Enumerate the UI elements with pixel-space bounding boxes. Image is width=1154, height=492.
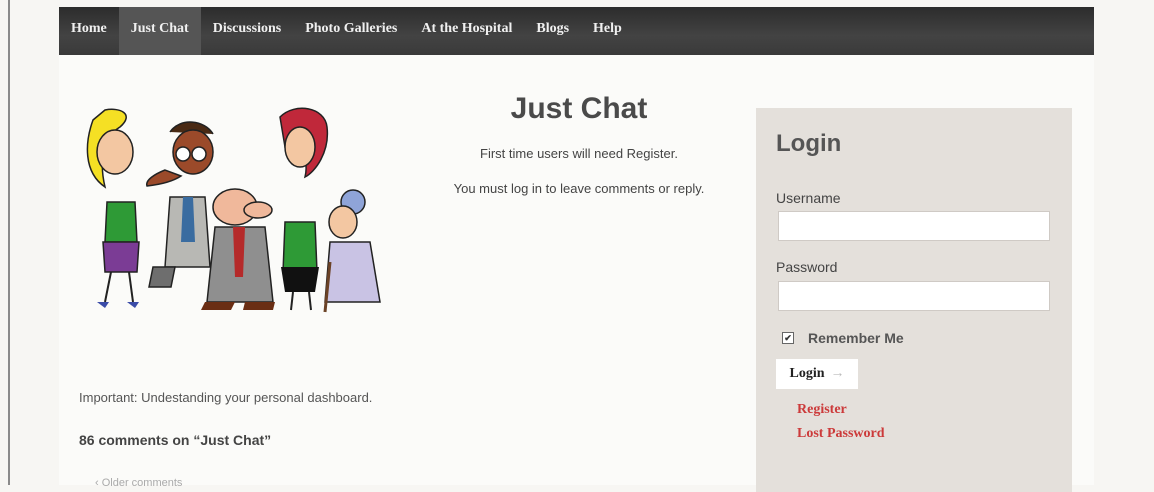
nav-blogs[interactable]: Blogs (524, 7, 581, 55)
page-container: Home Just Chat Discussions Photo Galleri… (59, 7, 1094, 492)
red-haired-woman-figure (279, 107, 329, 311)
nav-photo-galleries[interactable]: Photo Galleries (293, 7, 409, 55)
nav-just-chat[interactable]: Just Chat (118, 7, 201, 55)
nav-at-the-hospital[interactable]: At the Hospital (409, 7, 524, 55)
login-button-label: Login (789, 366, 825, 381)
register-notice: First time users will need Register. (480, 146, 678, 161)
blonde-woman-figure (86, 108, 140, 308)
password-label: Password (776, 259, 838, 275)
username-input[interactable] (778, 211, 1050, 241)
main-content: Just Chat First time users will need Reg… (419, 92, 739, 196)
comments-heading: 86 comments on “Just Chat” (79, 432, 272, 448)
login-button[interactable]: Login → (776, 359, 858, 389)
older-comments-link[interactable]: ‹ Older comments (95, 477, 182, 489)
man-with-glasses-figure (146, 121, 214, 288)
remember-me-label: Remember Me (808, 330, 904, 346)
nav-help[interactable]: Help (581, 7, 634, 55)
bald-man-figure (201, 188, 275, 310)
login-title: Login (776, 130, 842, 157)
username-label: Username (776, 190, 841, 206)
remember-me-checkbox[interactable]: ✔ (782, 332, 794, 344)
register-link[interactable]: Register (797, 402, 847, 418)
main-nav: Home Just Chat Discussions Photo Galleri… (59, 7, 1094, 55)
left-border (8, 0, 10, 485)
cartoon-people-illustration (86, 107, 381, 313)
nav-discussions[interactable]: Discussions (201, 7, 293, 55)
login-panel: Login Username Password ✔ Remember Me Lo… (756, 108, 1072, 492)
password-input[interactable] (778, 281, 1050, 311)
remember-me-row[interactable]: ✔ Remember Me (782, 330, 904, 346)
login-notice: You must log in to leave comments or rep… (453, 181, 705, 196)
lost-password-link[interactable]: Lost Password (797, 426, 885, 442)
arrow-right-icon: → (830, 366, 845, 381)
dashboard-info-link[interactable]: Important: Undestanding your personal da… (79, 390, 372, 405)
nav-home[interactable]: Home (59, 7, 119, 55)
page-title: Just Chat (510, 92, 648, 125)
old-lady-figure (323, 189, 381, 313)
